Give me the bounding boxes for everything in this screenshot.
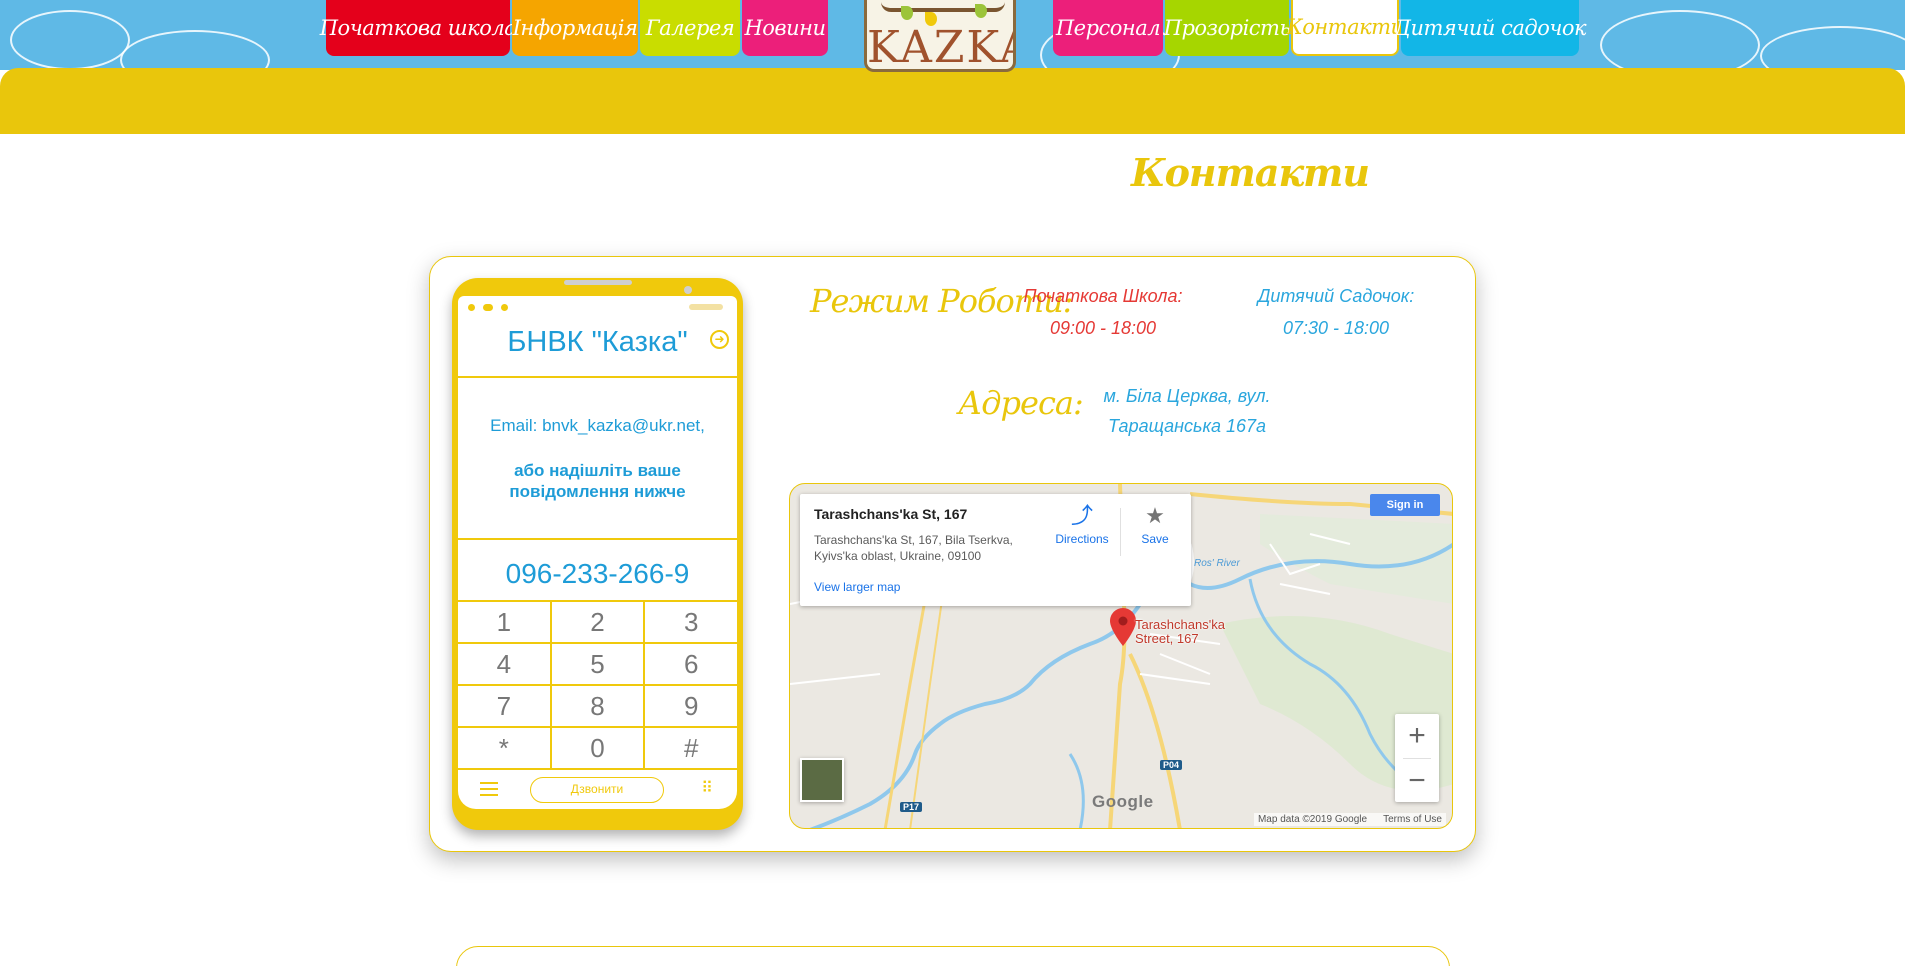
page-title: Контакти [1131,150,1370,195]
key-9[interactable]: 9 [645,686,737,726]
pin-label-line-2: Street, 167 [1135,631,1199,646]
message-prompt: або надішліть ваше повідомлення нижче [509,461,686,501]
primary-school-hours: Початкова Школа: 09:00 - 18:00 [1003,280,1203,344]
keypad-row: 4 5 6 [458,644,737,686]
cloud-decoration [10,10,130,70]
header-band [0,68,1905,134]
save-label: Save [1141,532,1169,546]
divider [1120,508,1121,556]
keypad-row: 1 2 3 [458,602,737,644]
notification-icon [483,303,493,311]
phone-speaker [564,280,632,285]
nav-item-primary-school[interactable]: Початкова школа [320,0,517,56]
zoom-in-button[interactable]: + [1395,714,1439,758]
cloud-decoration [1600,10,1760,70]
key-2[interactable]: 2 [552,602,646,642]
pin-label-line-1: Tarashchans'ka [1135,617,1225,632]
dialpad-grid-icon[interactable]: ⠿ [701,781,713,797]
battery-icon [689,304,723,310]
directions-icon: ⤴ [1070,503,1093,528]
key-3[interactable]: 3 [645,602,737,642]
primary-school-time: 09:00 - 18:00 [1049,318,1157,338]
directions-label: Directions [1055,532,1109,546]
menu-icon[interactable] [480,782,498,796]
kindergarten-title: Дитячий Садочок: [1257,286,1415,306]
directions-button[interactable]: ⤴ Directions [1050,503,1114,547]
map-data-text: Map data ©2019 Google [1257,814,1368,825]
nav-item-news[interactable]: Новини [742,0,828,56]
logo-text: KAZKA [867,22,1013,72]
satellite-toggle[interactable] [800,758,844,802]
nav-item-kindergarten[interactable]: Дитячий садочок [1394,0,1587,56]
pin-label: Tarashchans'ka Street, 167 [1135,618,1225,646]
phone-title: БНВК "Казка" [507,326,688,358]
key-1[interactable]: 1 [458,602,552,642]
cloud-decoration [120,30,270,70]
key-4[interactable]: 4 [458,644,552,684]
place-title: Tarashchans'ka St, 167 [814,506,968,522]
save-button[interactable]: ★ Save [1130,503,1180,547]
key-8[interactable]: 8 [552,686,646,726]
google-logo: Google [1092,792,1154,811]
address-text: м. Біла Церква, вул. Таращанська 167а [1072,381,1302,441]
kindergarten-hours: Дитячий Садочок: 07:30 - 18:00 [1236,280,1436,344]
sign-in-button[interactable]: Sign in [1370,494,1440,516]
key-0[interactable]: 0 [552,728,646,768]
divider [458,538,737,540]
dial-keypad: 1 2 3 4 5 6 7 8 9 * 0 # [458,600,737,770]
site-logo[interactable]: KAZKA [864,0,1016,72]
zoom-out-button[interactable]: − [1395,759,1439,803]
google-map[interactable]: Tarashchans'ka St, 167 Tarashchans'ka St… [789,483,1453,829]
keypad-row: 7 8 9 [458,686,737,728]
primary-school-title: Початкова Школа: [1023,286,1183,306]
phone-number[interactable]: 096-233-266-9 [458,558,737,590]
view-larger-map-link[interactable]: View larger map [814,580,900,594]
star-icon: ★ [1145,503,1165,528]
phone-camera [684,286,692,294]
zoom-control: + − [1395,714,1439,802]
key-hash[interactable]: # [645,728,737,768]
phone-mockup: БНВК "Казка" ➜ Email: bnvk_kazka@ukr.net… [452,278,743,830]
nav-item-contacts[interactable]: Контакти [1286,0,1404,56]
email-text[interactable]: Email: bnvk_kazka@ukr.net, [458,416,737,436]
keypad-row: * 0 # [458,728,737,770]
river-label: Ros' River [1194,558,1240,569]
nav-item-gallery[interactable]: Галерея [640,0,740,56]
map-footer: Map data ©2019 Google Terms of Use [1253,813,1446,826]
road-label-p04: P04 [1160,760,1183,770]
road-label-p17: P17 [900,802,923,812]
place-address: Tarashchans'ka St, 167, Bila Tserkva, Ky… [814,533,1013,563]
address-line-2: Таращанська 167а [1107,416,1267,436]
nav-item-transparency[interactable]: Прозорість [1164,0,1291,56]
status-bar [468,302,508,312]
message-form-card [456,946,1450,966]
star-icon [468,303,475,311]
key-5[interactable]: 5 [552,644,646,684]
key-star[interactable]: * [458,728,552,768]
arrow-right-icon[interactable]: ➜ [710,330,729,349]
place-info-card: Tarashchans'ka St, 167 Tarashchans'ka St… [800,494,1191,606]
phone-bottom-bar: Дзвонити ⠿ [458,772,737,808]
cloud-decoration [1760,26,1905,70]
phone-screen: БНВК "Казка" ➜ Email: bnvk_kazka@ukr.net… [458,296,737,809]
key-6[interactable]: 6 [645,644,737,684]
kindergarten-time: 07:30 - 18:00 [1282,318,1390,338]
nav-item-information[interactable]: Інформація [512,0,638,56]
leaf-icon [901,6,913,20]
call-button[interactable]: Дзвонити [530,777,664,803]
address-line-1: м. Біла Церква, вул. [1103,386,1271,406]
divider [458,376,737,378]
leaf-icon [975,4,987,18]
terms-link[interactable]: Terms of Use [1383,814,1442,825]
key-7[interactable]: 7 [458,686,552,726]
nav-item-staff[interactable]: Персонал [1053,0,1163,56]
address-label: Адреса: [958,384,1084,422]
location-pin-icon[interactable] [1110,608,1136,646]
notification-icon [501,303,508,311]
